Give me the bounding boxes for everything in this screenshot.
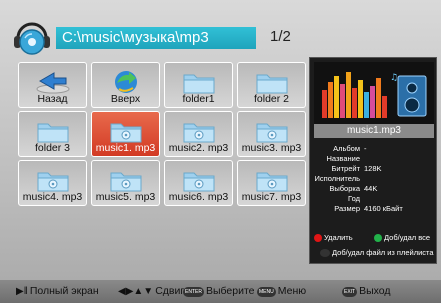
metadata-key: Битрейт [331,164,360,173]
tile-label: music3. mp3 [241,142,302,154]
metadata-key: Размер [334,204,360,213]
metadata-value: 128K [364,164,382,173]
metadata-row: Альбом - [314,144,434,154]
tile-label: folder 3 [34,142,71,154]
metadata-value [364,154,434,164]
exit-hint[interactable]: EXIT Выход [342,280,391,303]
music-file-tile[interactable]: music1. mp3 [91,111,160,157]
add-all-label: Доб/удал все [384,233,431,242]
folder-tile[interactable]: folder 2 [237,62,306,108]
menu-label: Меню [277,285,307,297]
metadata-key: Название [326,154,360,163]
headphones-disc-icon [14,22,50,55]
metadata-value [364,174,434,184]
red-key-icon [314,233,322,242]
menu-key-icon: MENU [257,286,276,297]
tile-label: folder1 [182,93,215,105]
menu-hint[interactable]: MENU Меню [257,280,306,303]
metadata-row: Исполнитель [314,174,434,184]
metadata-row: Размер 4160 кБайт [314,204,434,214]
folder-icon [37,123,68,143]
exit-key-icon: EXIT [342,286,358,297]
music-file-tile[interactable]: music3. mp3 [237,111,306,157]
back-arrow-icon [36,72,69,94]
metadata-value: - [364,144,367,153]
green-key-icon [374,233,382,242]
metadata-key: Исполнитель [314,174,360,183]
music-file-tile[interactable]: music7. mp3 [237,160,306,206]
music-file-icon [183,123,214,143]
fullscreen-label: Полный экран [29,285,99,297]
music-file-tile[interactable]: music5. mp3 [91,160,160,206]
metadata-value [364,194,434,204]
shift-hint[interactable]: ◀▶▲▼ Сдвиг [118,280,184,303]
enter-key-icon: ENTER [183,286,204,297]
select-label: Выберите [205,285,255,297]
music-file-tile[interactable]: music4. mp3 [18,160,87,206]
metadata-value: 44K [364,184,378,193]
tile-label: folder 2 [253,93,290,105]
music-file-icon [37,172,68,192]
music-file-icon [183,172,214,192]
music-file-tile[interactable]: music2. mp3 [164,111,233,157]
folder-icon [183,74,214,94]
tile-label: Назад [37,93,68,105]
music-file-icon [110,123,141,143]
equalizer-art-icon: ♫ [314,62,434,124]
tile-label: music7. mp3 [241,191,302,203]
fullscreen-hint[interactable]: ▶‖ Полный экран [16,280,99,303]
delete-label: Удалить [324,233,353,242]
folder-tile[interactable]: folder1 [164,62,233,108]
metadata-key: Год [348,194,360,203]
music-file-icon [256,172,287,192]
music-browser-screen: C:\music\музыка\mp3 1/2 Назад Вверх folder… [0,0,441,303]
metadata-key: Выборка [329,184,360,193]
music-file-icon [110,172,141,192]
metadata-row: Год [314,194,434,204]
metadata-value: 4160 кБайт [364,204,403,213]
shift-label: Сдвиг [155,285,185,297]
tile-label: music2. mp3 [168,142,229,154]
tile-label: music6. mp3 [168,191,229,203]
add-remove-label: Доб/удал файл из плейлиста [332,248,434,257]
arrows-icon: ◀▶▲▼ [118,286,154,297]
header: C:\music\музыка\mp3 1/2 [0,0,441,58]
tile-label: Вверх [110,93,141,105]
back-tile[interactable]: Назад [18,62,87,108]
play-pause-icon: ▶‖ [16,286,28,297]
current-path: C:\music\музыка\mp3 [56,27,256,49]
music-file-icon [256,123,287,143]
album-art: ♫ [314,62,434,124]
metadata-row: Битрейт 128K [314,164,434,174]
selected-filename: music1.mp3 [314,124,434,138]
add-remove-action[interactable]: Доб/удал файл из плейлиста [320,248,434,257]
info-panel: ♫ music1.mp3 Альбом - Название Битрейт 128K И… [309,57,437,264]
tile-label: music1. mp3 [95,142,156,154]
tile-label: music5. mp3 [95,191,156,203]
tile-label: music4. mp3 [22,191,83,203]
metadata-row: Выборка 44K [314,184,434,194]
svg-text:♫: ♫ [390,73,398,83]
up-folder-icon [114,71,137,93]
footer-bar: ▶‖ Полный экран ◀▶▲▼ Сдвиг ENTER Выберит… [0,280,441,303]
delete-action[interactable]: Удалить [314,233,353,242]
exit-label: Выход [359,285,391,297]
folder-icon [256,74,287,94]
metadata-row: Название [314,154,434,164]
add-all-action[interactable]: Доб/удал все [374,233,430,242]
page-indicator: 1/2 [270,28,291,45]
file-grid: Назад Вверх folder1 folder 2 folder 3 music1.… [18,62,306,257]
up-tile[interactable]: Вверх [91,62,160,108]
metadata-list: Альбом - Название Битрейт 128K Исполнитель Выб… [314,144,434,214]
select-hint[interactable]: ENTER Выберите [183,280,254,303]
music-file-tile[interactable]: music6. mp3 [164,160,233,206]
folder-tile[interactable]: folder 3 [18,111,87,157]
metadata-key: Альбом [333,144,360,153]
enter-key-icon [320,248,330,257]
